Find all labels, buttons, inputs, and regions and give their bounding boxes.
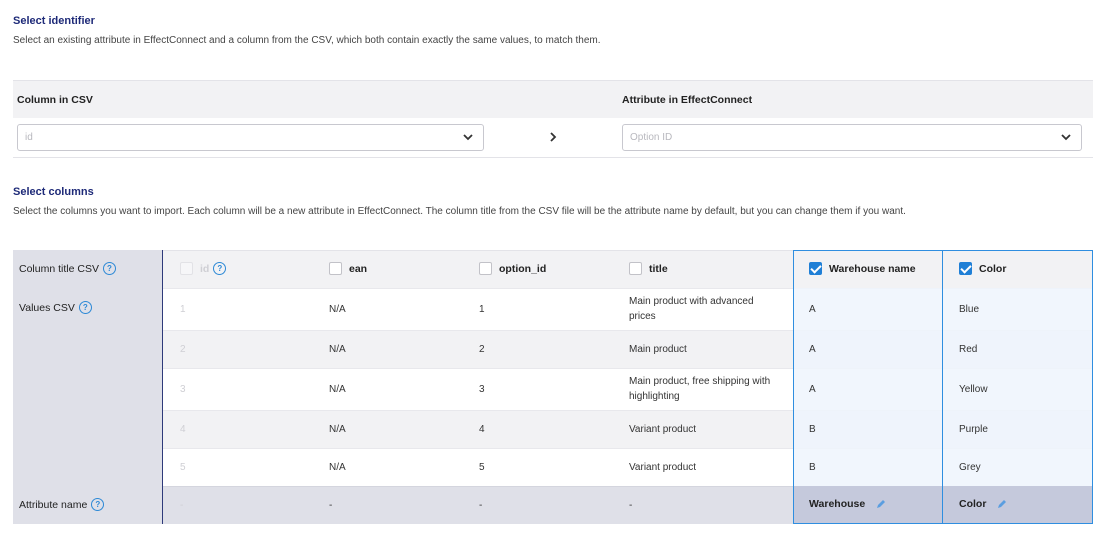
checkbox-id[interactable]	[180, 262, 193, 275]
attribute-select-value: Option ID	[630, 132, 673, 143]
identifier-header-row: Column in CSV Attribute in EffectConnect	[13, 80, 1093, 118]
column-title-csv-label: Column title CSV ?	[19, 262, 116, 275]
checkbox-option-id[interactable]	[479, 262, 492, 275]
column-header-id[interactable]: id ?	[180, 262, 227, 275]
cell-option-id: 3	[479, 383, 485, 395]
column-header-id-label: id	[200, 262, 210, 275]
question-circle-icon[interactable]: ?	[91, 498, 105, 511]
cell-title: Main product	[629, 343, 687, 355]
attribute-name-id: -	[180, 500, 184, 511]
attribute-name-text: Attribute name	[19, 498, 88, 511]
column-header-ean[interactable]: ean	[329, 262, 367, 275]
question-circle-icon[interactable]: ?	[213, 262, 227, 275]
columns-title: Select columns	[13, 186, 94, 198]
cell-title: Main product, free shipping with highlig…	[629, 376, 771, 402]
column-header-title-label: title	[649, 262, 668, 275]
cell-ean: N/A	[329, 383, 346, 395]
cell-id: 4	[180, 423, 186, 435]
checkbox-title[interactable]	[629, 262, 642, 275]
cell-ean: N/A	[329, 461, 346, 473]
attribute-name-option-id: -	[479, 500, 483, 511]
identifier-title: Select identifier	[13, 15, 95, 27]
cell-ean: N/A	[329, 303, 346, 315]
cell-title: Variant product	[629, 423, 697, 435]
cell-option-id: 4	[479, 423, 485, 435]
attribute-name-label: Attribute name ?	[19, 498, 105, 511]
chevron-down-icon	[1061, 134, 1071, 141]
column-header-title[interactable]: title	[629, 262, 668, 275]
column-header-option-id[interactable]: option_id	[479, 262, 546, 275]
identifier-select-row: id Option ID	[13, 118, 1093, 158]
selected-column-warehouse-name	[793, 250, 943, 524]
chevron-right-icon	[550, 132, 557, 142]
cell-id: 3	[180, 383, 186, 395]
cell-option-id: 1	[479, 303, 485, 315]
cell-ean: N/A	[329, 343, 346, 355]
attribute-name-ean: -	[329, 500, 333, 511]
cell-id: 5	[180, 461, 186, 473]
column-header-option-id-label: option_id	[499, 262, 547, 275]
columns-description: Select the columns you want to import. E…	[13, 206, 906, 217]
checkbox-ean[interactable]	[329, 262, 342, 275]
values-csv-label: Values CSV ?	[19, 301, 92, 314]
attribute-select[interactable]: Option ID	[622, 124, 1082, 151]
csv-column-select[interactable]: id	[17, 124, 484, 151]
cell-id: 2	[180, 343, 186, 355]
csv-column-select-value: id	[25, 132, 33, 143]
identifier-description: Select an existing attribute in EffectCo…	[13, 35, 601, 46]
cell-ean: N/A	[329, 423, 346, 435]
selected-column-color	[942, 250, 1093, 524]
chevron-down-icon	[463, 134, 473, 141]
question-circle-icon[interactable]: ?	[102, 262, 116, 275]
cell-option-id: 5	[479, 461, 485, 473]
attribute-header: Attribute in EffectConnect	[622, 94, 753, 106]
csv-column-header: Column in CSV	[17, 94, 93, 106]
attribute-name-title: -	[629, 500, 633, 511]
values-csv-text: Values CSV	[19, 301, 75, 314]
cell-title: Variant product	[629, 461, 697, 473]
cell-option-id: 2	[479, 343, 485, 355]
row-label-column: Column title CSV ? Values CSV ? Attribut…	[13, 250, 163, 524]
cell-id: 1	[180, 303, 186, 315]
column-title-csv-text: Column title CSV	[19, 262, 99, 275]
question-circle-icon[interactable]: ?	[78, 301, 92, 314]
cell-title: Main product with advanced prices	[629, 296, 754, 322]
columns-table: Column title CSV ? Values CSV ? Attribut…	[13, 250, 1093, 524]
column-header-ean-label: ean	[349, 262, 368, 275]
